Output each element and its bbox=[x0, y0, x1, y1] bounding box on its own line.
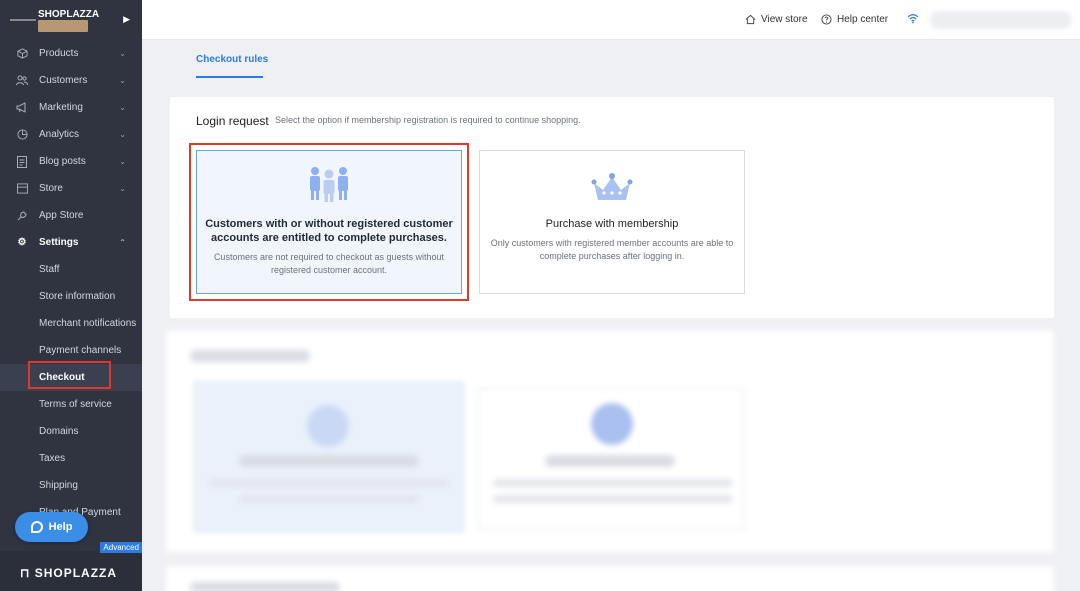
gear-icon: ⚙ bbox=[17, 237, 27, 248]
help-button[interactable]: Help bbox=[15, 512, 88, 542]
chat-bubble-icon bbox=[30, 521, 43, 533]
blurred-section bbox=[166, 330, 1054, 552]
home-icon bbox=[745, 14, 756, 25]
blurred-option bbox=[194, 382, 464, 532]
chevron-down-icon: ⌄ bbox=[119, 103, 126, 112]
sidebar-sub-payment-channels[interactable]: Payment channels bbox=[0, 337, 142, 364]
megaphone-icon bbox=[16, 102, 28, 114]
option-description: Only customers with registered member ac… bbox=[490, 238, 734, 261]
sidebar-footer: Advanced ⊓ SHOPLAZZA bbox=[0, 542, 142, 591]
section-title: Login request bbox=[196, 114, 269, 128]
sidebar-item-customers[interactable]: Customers ⌄ bbox=[0, 67, 142, 94]
blurred-icon bbox=[307, 405, 349, 447]
view-store-label: View store bbox=[761, 14, 808, 25]
sidebar-item-label: Blog posts bbox=[39, 156, 86, 167]
topbar: View store Help center bbox=[142, 0, 1080, 40]
sidebar-sub-domains[interactable]: Domains bbox=[0, 418, 142, 445]
sidebar-item-label: App Store bbox=[39, 210, 84, 221]
blurred-text bbox=[209, 479, 449, 487]
pie-chart-icon bbox=[16, 129, 28, 141]
sidebar-sub-terms-of-service[interactable]: Terms of service bbox=[0, 391, 142, 418]
chevron-down-icon: ⌄ bbox=[119, 76, 126, 85]
blurred-text bbox=[190, 350, 310, 362]
store-name: SHOPLAZZA bbox=[38, 9, 100, 20]
blurred-text bbox=[545, 455, 675, 467]
sidebar-item-label: Analytics bbox=[39, 129, 80, 140]
section-description: Select the option if membership registra… bbox=[275, 115, 581, 125]
blurred-text bbox=[239, 455, 419, 467]
chevron-down-icon: ⌄ bbox=[119, 49, 126, 58]
crown-icon bbox=[590, 171, 634, 208]
sidebar-item-marketing[interactable]: Marketing ⌄ bbox=[0, 94, 142, 121]
chevron-down-icon: ⌄ bbox=[119, 130, 126, 139]
blurred-icon bbox=[591, 403, 633, 445]
blurred-section bbox=[166, 566, 1054, 591]
tab-active-indicator bbox=[196, 76, 263, 78]
sidebar-item-app-store[interactable]: App Store bbox=[0, 202, 142, 229]
help-label: Help bbox=[48, 521, 73, 533]
chevron-up-icon: ⌃ bbox=[119, 238, 126, 247]
puzzle-icon bbox=[16, 210, 28, 222]
wifi-icon bbox=[907, 13, 919, 27]
question-circle-icon bbox=[821, 14, 832, 25]
sidebar-item-label: Products bbox=[39, 48, 79, 59]
sidebar-item-label: Customers bbox=[39, 75, 88, 86]
option-title: Purchase with membership bbox=[545, 218, 679, 230]
store-logo bbox=[10, 19, 36, 21]
sidebar-sub-taxes[interactable]: Taxes bbox=[0, 445, 142, 472]
store-icon bbox=[16, 183, 28, 195]
help-center-link[interactable]: Help center bbox=[821, 14, 888, 25]
brand-name: SHOPLAZZA bbox=[34, 566, 118, 580]
sidebar-item-label: Marketing bbox=[39, 102, 83, 113]
document-icon bbox=[16, 155, 28, 168]
sidebar-item-label: Settings bbox=[39, 237, 79, 248]
sidebar-item-blog-posts[interactable]: Blog posts ⌄ bbox=[0, 148, 142, 175]
sidebar-sub-staff[interactable]: Staff bbox=[0, 256, 142, 283]
sidebar-item-label: Store bbox=[39, 183, 63, 194]
option-highlight-box bbox=[189, 143, 469, 301]
blurred-text bbox=[190, 582, 340, 591]
option-membership-checkout[interactable]: Purchase with membership Only customers … bbox=[479, 150, 745, 294]
blurred-text bbox=[493, 495, 733, 503]
sidebar-item-analytics[interactable]: Analytics ⌄ bbox=[0, 121, 142, 148]
box-icon bbox=[16, 48, 28, 60]
account-menu[interactable] bbox=[930, 11, 1072, 29]
chevron-down-icon: ⌄ bbox=[119, 184, 126, 193]
users-icon bbox=[16, 75, 28, 87]
store-switcher[interactable]: SHOPLAZZA ▶ bbox=[0, 0, 142, 40]
brand-logo: ⊓ SHOPLAZZA bbox=[20, 566, 118, 580]
tab-bar: Checkout rules bbox=[142, 40, 1080, 80]
sidebar: SHOPLAZZA ▶ Products ⌄ Customers ⌄ Marke… bbox=[0, 0, 142, 591]
sidebar-item-settings[interactable]: ⚙ Settings ⌃ bbox=[0, 229, 142, 256]
blurred-text bbox=[493, 479, 733, 487]
sidebar-item-products[interactable]: Products ⌄ bbox=[0, 40, 142, 67]
store-subtitle-redacted bbox=[38, 20, 88, 32]
checkout-highlight-box bbox=[28, 361, 111, 389]
blurred-text bbox=[239, 495, 419, 503]
sidebar-sub-store-information[interactable]: Store information bbox=[0, 283, 142, 310]
sidebar-sub-shipping[interactable]: Shipping bbox=[0, 472, 142, 499]
blurred-option bbox=[478, 388, 744, 530]
sidebar-item-store[interactable]: Store ⌄ bbox=[0, 175, 142, 202]
view-store-link[interactable]: View store bbox=[745, 14, 808, 25]
chevron-down-icon: ⌄ bbox=[119, 157, 126, 166]
help-center-label: Help center bbox=[837, 14, 889, 25]
tab-checkout-rules[interactable]: Checkout rules bbox=[196, 54, 268, 65]
sidebar-sub-merchant-notifications[interactable]: Merchant notifications bbox=[0, 310, 142, 337]
collapse-sidebar-icon[interactable]: ▶ bbox=[123, 14, 130, 25]
plan-badge: Advanced bbox=[100, 542, 142, 553]
